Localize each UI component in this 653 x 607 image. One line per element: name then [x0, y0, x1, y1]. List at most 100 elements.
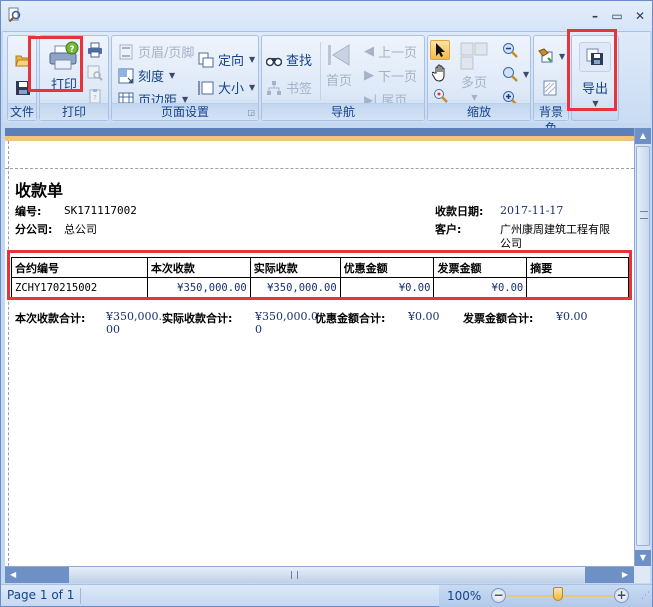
export-button[interactable]: 导出 ▼	[576, 42, 614, 108]
export-icon-frame	[579, 42, 611, 72]
header-footer-icon	[119, 44, 133, 59]
document-title: 收款单	[15, 181, 64, 200]
bookmark-button[interactable]: 书签	[266, 78, 312, 97]
paint-bucket-icon	[538, 48, 553, 63]
column-header: 摘要	[526, 257, 629, 278]
zoom-in-button[interactable]: +	[614, 588, 629, 603]
previous-page-icon: ◀	[364, 44, 374, 59]
scale-dropdown-caret: ▼	[169, 71, 176, 80]
scroll-grip-icon	[291, 571, 298, 579]
invoice-total-label: 发票金额合计:	[463, 312, 534, 325]
hand-tool-icon[interactable]	[432, 64, 450, 82]
open-folder-icon[interactable]	[15, 52, 31, 68]
current-total-value: ¥350,000. 00	[106, 310, 162, 336]
parameters-icon[interactable]: ?	[87, 88, 103, 104]
group-label-print: 打印	[40, 103, 108, 120]
title-bar: – ▭ ✕	[1, 1, 652, 31]
column-header: 优惠金额	[339, 257, 435, 278]
group-page-setup: 页眉/页脚 刻度 ▼ 页边距 ▼ 定向 ▼ 大小 ▼ 页面设置 ◲	[111, 35, 259, 121]
group-label-file: 文件	[8, 103, 36, 120]
pointer-tool-button[interactable]	[430, 40, 450, 60]
save-icon[interactable]	[15, 80, 31, 96]
orientation-button[interactable]: 定向 ▼	[198, 50, 255, 69]
first-page-label: 首页	[326, 74, 353, 89]
zoom-out-button[interactable]: −	[491, 588, 506, 603]
actual-receipt-cell: ¥350,000.00	[249, 277, 341, 298]
previous-page-button[interactable]: ◀ 上一页	[364, 42, 417, 61]
group-print: ? 打印 ? 打印	[39, 35, 109, 121]
number-label: 编号:	[15, 205, 42, 218]
horizontal-scroll-thumb[interactable]	[69, 567, 585, 583]
receipt-document: 收款单 编号: SK171117002 分公司: 总公司 收款日期: 2017-…	[5, 128, 634, 566]
vertical-scroll-thumb[interactable]	[636, 146, 650, 546]
zoom-dropdown-button[interactable]: ▼	[502, 66, 529, 82]
scroll-down-button[interactable]: ▼	[635, 550, 651, 566]
page-color-dropdown-caret: ▼	[559, 51, 566, 61]
next-page-button[interactable]: ▶ 下一页	[364, 66, 417, 85]
column-header: 本次收款	[146, 257, 251, 278]
zoom-icon	[503, 67, 518, 82]
scale-button[interactable]: 刻度 ▼	[118, 66, 175, 85]
zoom-out-icon[interactable]	[502, 42, 518, 58]
zoom-dropdown-caret: ▼	[523, 69, 530, 79]
group-background: ▼ 背景色	[533, 35, 569, 135]
actual-total-label: 实际收款合计:	[162, 312, 233, 325]
discount-amount-cell: ¥0.00	[339, 277, 435, 298]
first-page-icon	[328, 44, 350, 66]
export-label: 导出	[581, 82, 608, 97]
page-color-button[interactable]: ▼	[538, 48, 565, 64]
group-zoom: 多页 ▼ ▼ 缩放	[427, 35, 531, 121]
orientation-label: 定向	[218, 54, 245, 69]
page-indicator: Page 1 of 1	[7, 588, 82, 604]
print-button[interactable]: ? 打印	[44, 40, 84, 100]
zoom-percentage[interactable]: 100%	[447, 589, 481, 603]
remarks-cell	[526, 277, 629, 298]
zoom-tool-icon[interactable]	[433, 88, 449, 104]
watermark-icon[interactable]	[542, 80, 558, 96]
bookmark-tree-icon	[267, 80, 281, 95]
quick-print-icon[interactable]	[87, 42, 103, 58]
size-button[interactable]: 大小 ▼	[198, 78, 255, 97]
column-header: 实际收款	[249, 257, 341, 278]
branch-label: 分公司:	[15, 223, 53, 236]
export-dropdown-caret: ▼	[592, 99, 599, 108]
multi-page-button[interactable]: 多页 ▼	[460, 42, 488, 102]
next-page-label: 下一页	[378, 70, 418, 85]
current-total-label: 本次收款合计:	[15, 312, 86, 325]
page-setup-dialog-launcher[interactable]: ◲	[247, 108, 255, 117]
maximize-button[interactable]: ▭	[609, 9, 625, 23]
status-bar: Page 1 of 1 100% − + ⋰	[1, 584, 652, 607]
resize-grip-icon[interactable]: ⋰	[641, 591, 650, 601]
horizontal-scrollbar[interactable]: ◀ ▶	[5, 566, 634, 583]
header-footer-label: 页眉/页脚	[138, 46, 195, 61]
cursor-arrow-icon	[436, 43, 445, 57]
find-label: 查找	[286, 54, 313, 69]
scroll-up-button[interactable]: ▲	[635, 128, 651, 144]
discount-total-value: ¥0.00	[408, 310, 440, 323]
minimize-button[interactable]: –	[587, 9, 603, 23]
export-save-icon	[586, 48, 603, 65]
group-navigation: 查找 书签 首页 ◀ 上一页 ▶ 下一页 ▶| 尾页 导航	[261, 35, 425, 121]
paper-size-icon	[198, 80, 214, 95]
column-header: 发票金额	[433, 257, 528, 278]
column-header: 合约编号	[11, 257, 148, 278]
binoculars-icon	[266, 57, 282, 66]
actual-total-value-line2: 0	[255, 323, 262, 336]
find-button[interactable]: 查找	[266, 50, 312, 69]
vertical-scrollbar[interactable]: ▲ ▼	[634, 128, 651, 566]
print-preview-window: – ▭ ✕ 文件 ? 打印 ? 打印 页眉/页脚 刻度 ▼ 页边距 ▼ 定向 ▼…	[0, 0, 653, 607]
previous-page-label: 上一页	[378, 46, 418, 61]
scroll-left-button[interactable]: ◀	[5, 567, 69, 583]
group-label-zoom: 缩放	[428, 103, 530, 120]
orientation-dropdown-caret: ▼	[249, 55, 256, 64]
first-page-button[interactable]: 首页	[326, 44, 352, 89]
zoom-control: 100% − + ⋰	[439, 585, 652, 607]
close-button[interactable]: ✕	[632, 9, 648, 23]
table-row: ZCHY170215002 ¥350,000.00 ¥350,000.00 ¥0…	[11, 277, 629, 298]
header-footer-button[interactable]: 页眉/页脚	[118, 42, 194, 61]
number-value: SK171117002	[64, 204, 137, 217]
preview-viewport: 收款单 编号: SK171117002 分公司: 总公司 收款日期: 2017-…	[5, 128, 634, 566]
scroll-right-button[interactable]: ▶	[585, 567, 634, 583]
page-setup-icon[interactable]	[87, 65, 103, 81]
zoom-slider-thumb[interactable]	[553, 587, 563, 601]
